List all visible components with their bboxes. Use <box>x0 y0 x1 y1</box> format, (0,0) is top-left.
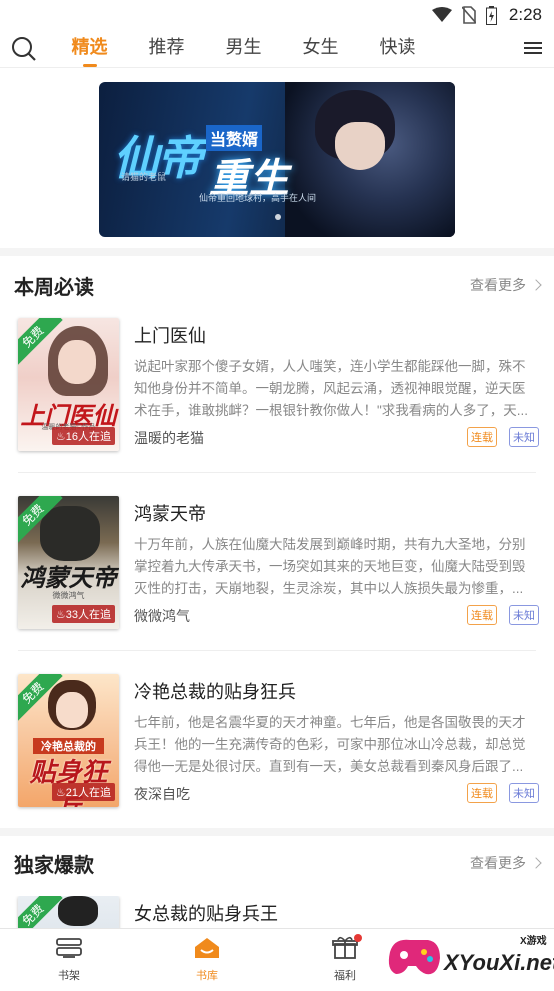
status-tag-serial: 连载 <box>467 783 497 803</box>
readers-badge: ♨33人在追 <box>51 605 115 623</box>
top-nav: 精选 推荐 男生 女生 快读 <box>0 30 554 68</box>
fire-icon: ♨ <box>55 787 66 799</box>
readers-badge: ♨21人在追 <box>51 783 115 801</box>
section-title: 独家爆款 <box>14 854 94 877</box>
battery-icon <box>485 5 497 25</box>
book-title: 女总裁的贴身兵王 <box>134 904 278 924</box>
menu-button[interactable] <box>524 39 542 57</box>
list-divider <box>18 472 536 473</box>
book-description: 七年前，他是名震华夏的天才神童。七年后，他是各国敬畏的天才兵王！他的一生充满传奇… <box>134 715 526 774</box>
book-title: 鸿蒙天帝 <box>134 504 206 524</box>
tab-male[interactable]: 男生 <box>205 30 282 68</box>
free-badge: 免费 <box>18 896 63 928</box>
no-sim-icon <box>461 6 476 24</box>
nav-label: 书架 <box>58 970 80 982</box>
see-more-label: 查看更多 <box>470 277 526 293</box>
category-tabs: 精选 推荐 男生 女生 快读 <box>51 30 436 68</box>
nav-label: 书库 <box>196 970 218 982</box>
readers-count: 33人在追 <box>65 609 111 621</box>
watermark-subtext: X游戏 <box>520 936 547 947</box>
tab-recommended[interactable]: 推荐 <box>128 30 205 68</box>
bookshelf-icon <box>56 938 82 958</box>
book-item[interactable]: 免费 上门医仙 温暖的老猫©作品 ♨16人在追 上门医仙 说起叶家那个傻子女婿，… <box>0 318 554 478</box>
notification-dot <box>354 934 362 942</box>
wifi-icon <box>431 7 452 22</box>
see-more-label: 查看更多 <box>470 855 526 871</box>
book-cover: 免费 冷艳总裁的 贴身狂兵 ♨21人在追 <box>18 674 119 807</box>
library-icon <box>195 938 219 958</box>
book-author: 温暖的老猫 <box>134 430 204 446</box>
watermark-text: XYouXi.net <box>444 950 554 975</box>
book-cover: 免费 上门医仙 温暖的老猫©作品 ♨16人在追 <box>18 318 119 451</box>
chevron-right-icon <box>530 857 542 869</box>
status-tag-unknown: 未知 <box>509 783 539 803</box>
cover-subtitle: 微微鸿气 <box>52 591 85 600</box>
menu-icon <box>524 42 542 54</box>
book-item[interactable]: 免费 鸿蒙天帝 微微鸿气 ♨33人在追 鸿蒙天帝 十万年前，人族在仙魔大陆发展到… <box>0 496 554 656</box>
book-item[interactable]: 免费 女总裁的贴身兵王 <box>0 896 554 928</box>
section-title: 本周必读 <box>14 276 94 299</box>
section-divider <box>0 828 554 836</box>
search-button[interactable] <box>11 36 37 62</box>
book-title: 冷艳总裁的贴身狂兵 <box>134 682 296 702</box>
search-icon <box>12 36 36 61</box>
clock: 2:28 <box>508 5 542 24</box>
book-description: 十万年前，人族在仙魔大陆发展到巅峰时期，共有九大圣地，分别掌控着九大传承天书，一… <box>134 537 526 596</box>
book-author: 微微鸿气 <box>134 608 190 624</box>
banner-author: 请猫的老鼠 <box>121 172 167 182</box>
cover-title: 鸿蒙天帝 <box>20 565 117 592</box>
section-header-exclusive: 独家爆款 查看更多 <box>0 838 554 888</box>
watermark-logo: XYouXi.net X游戏 <box>384 930 554 986</box>
book-author: 夜深自吃 <box>134 786 190 802</box>
status-tag-serial: 连载 <box>467 427 497 447</box>
book-description: 说起叶家那个傻子女婿，人人嗤笑，连小学生都能踩他一脚，殊不知他身份并不简单。一朝… <box>134 359 529 418</box>
list-divider <box>18 650 536 651</box>
see-more-link[interactable]: 查看更多 <box>470 853 542 873</box>
readers-count: 21人在追 <box>65 787 111 799</box>
nav-bookshelf[interactable]: 书架 <box>0 929 138 986</box>
section-divider <box>0 248 554 256</box>
book-item[interactable]: 免费 冷艳总裁的 贴身狂兵 ♨21人在追 冷艳总裁的贴身狂兵 七年前，他是名震华… <box>0 674 554 834</box>
fire-icon: ♨ <box>55 431 66 443</box>
fire-icon: ♨ <box>55 609 66 621</box>
see-more-link[interactable]: 查看更多 <box>470 275 542 295</box>
status-tag-unknown: 未知 <box>509 605 539 625</box>
readers-count: 16人在追 <box>65 431 111 443</box>
banner-artwork <box>285 82 455 237</box>
book-cover: 免费 <box>18 896 119 928</box>
nav-library[interactable]: 书库 <box>138 929 276 986</box>
carousel-indicator <box>275 214 281 220</box>
tab-quick-read[interactable]: 快读 <box>359 30 436 68</box>
book-title: 上门医仙 <box>134 326 206 346</box>
section-header-weekly: 本周必读 查看更多 <box>0 260 554 310</box>
tab-featured[interactable]: 精选 <box>51 30 128 68</box>
book-cover: 免费 鸿蒙天帝 微微鸿气 ♨33人在追 <box>18 496 119 629</box>
status-tag-unknown: 未知 <box>509 427 539 447</box>
tab-female[interactable]: 女生 <box>282 30 359 68</box>
banner-slogan: 仙帝重回地球村，高手在人间 <box>199 193 317 203</box>
promo-banner[interactable]: 仙帝 当赘婿 重生 请猫的老鼠 仙帝重回地球村，高手在人间 <box>99 82 455 237</box>
chevron-right-icon <box>530 279 542 291</box>
readers-badge: ♨16人在追 <box>51 427 115 445</box>
status-bar: 2:28 <box>0 0 554 30</box>
status-tag-serial: 连载 <box>467 605 497 625</box>
